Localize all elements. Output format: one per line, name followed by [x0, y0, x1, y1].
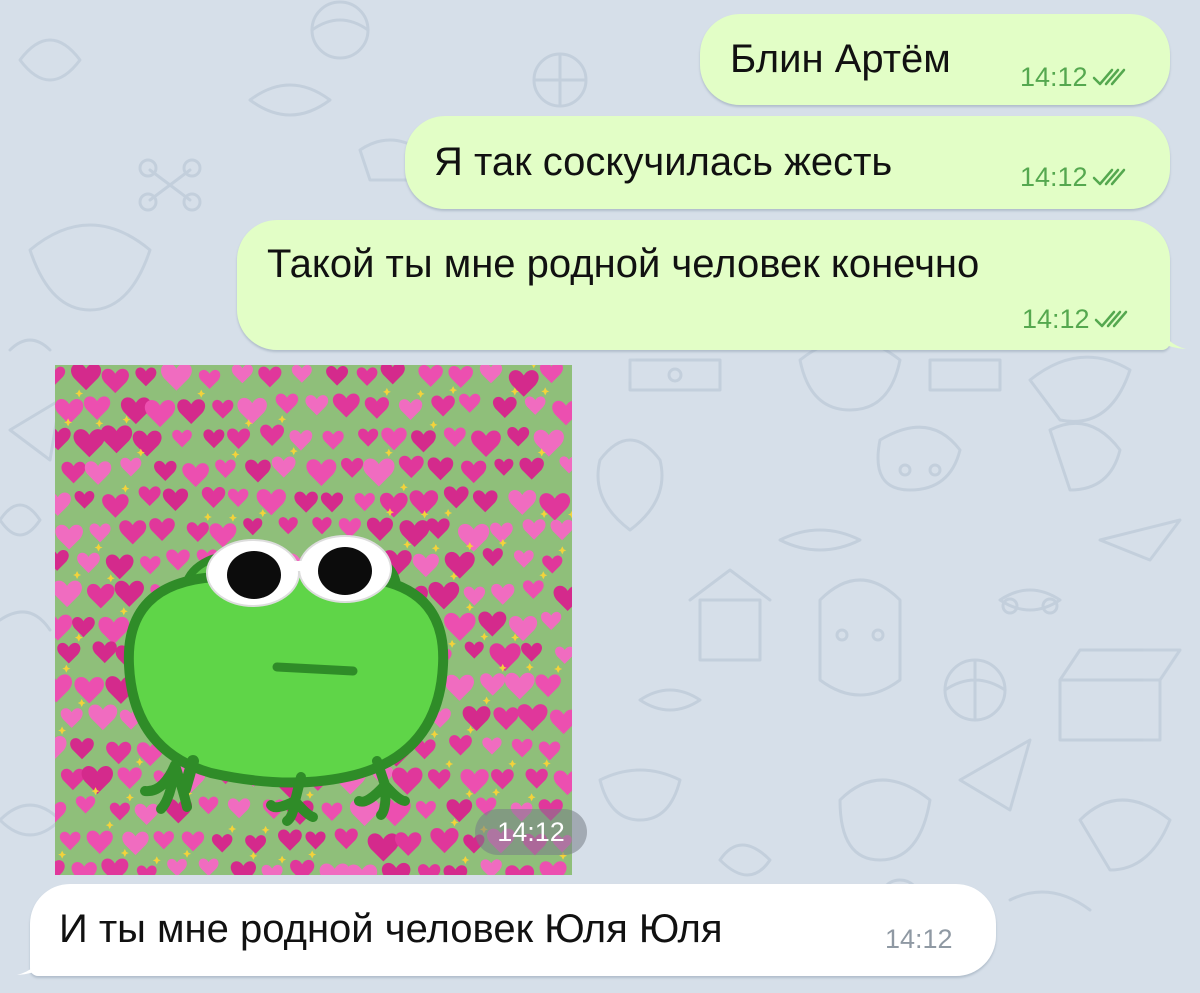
double-check-icon: [1092, 68, 1125, 86]
message-time: 14:12: [1022, 304, 1090, 334]
message-time: 14:12: [1020, 62, 1088, 92]
photo-message[interactable]: [55, 365, 572, 875]
message-bubble-outgoing[interactable]: Я так соскучилась жесть 14:12: [405, 116, 1170, 209]
message-text: Блин Артём: [730, 37, 951, 81]
message-text: Такой ты мне родной человек конечно: [267, 242, 980, 286]
message-time: 14:12: [1020, 162, 1088, 192]
double-check-icon: [1094, 310, 1127, 328]
message-meta: 14:12: [885, 924, 953, 954]
message-text: Я так соскучилась жесть: [434, 140, 893, 184]
message-meta: 14:12: [1020, 62, 1130, 92]
photo-time-badge: 14:12: [475, 809, 587, 855]
double-check-icon: [1092, 168, 1125, 186]
message-text: И ты мне родной человек Юля Юля: [59, 907, 723, 951]
message-meta: 14:12: [1022, 304, 1132, 334]
bubble-tail: [1160, 326, 1186, 349]
message-bubble-outgoing[interactable]: Такой ты мне родной человек конечно 14:1…: [237, 220, 1170, 350]
message-meta: 14:12: [1020, 162, 1130, 192]
bubble-tail: [17, 952, 43, 975]
message-bubble-outgoing[interactable]: Блин Артём 14:12: [700, 14, 1170, 105]
frog-sunglasses-hearts-image: [55, 365, 572, 875]
message-bubble-incoming[interactable]: И ты мне родной человек Юля Юля 14:12: [30, 884, 996, 976]
message-time: 14:12: [885, 924, 953, 954]
